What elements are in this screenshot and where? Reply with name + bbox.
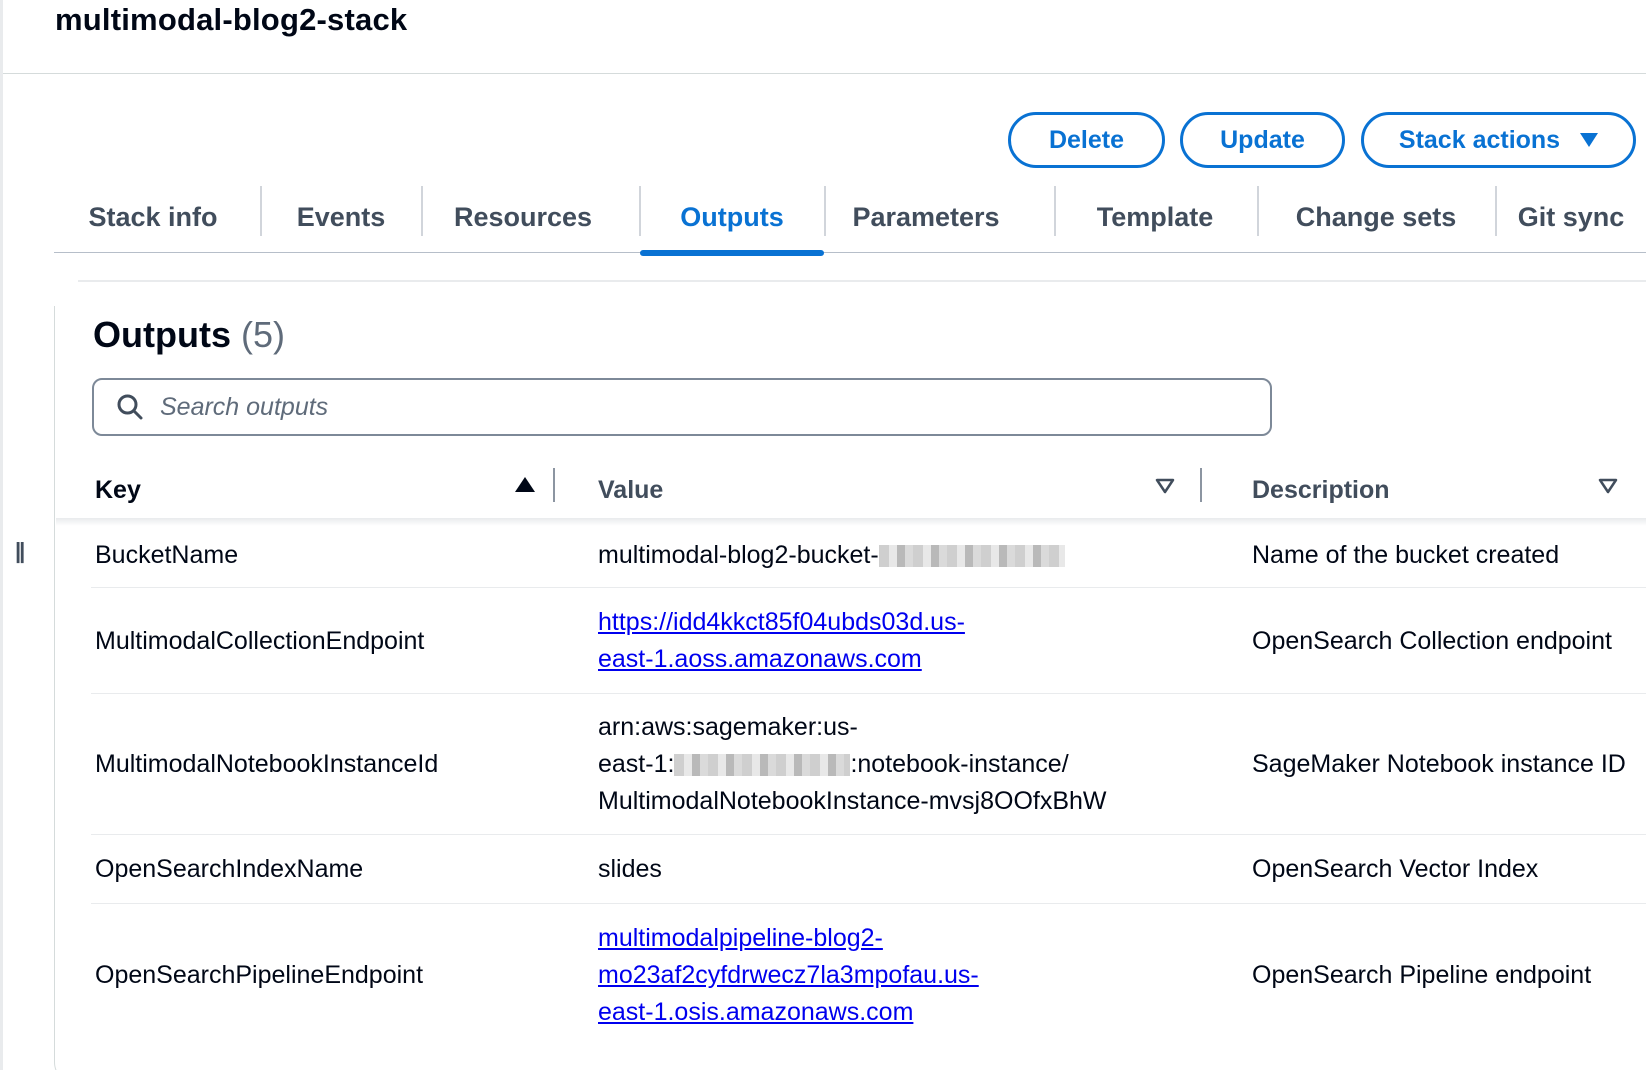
outputs-heading: Outputs (5) bbox=[93, 314, 285, 356]
caret-down-icon bbox=[1580, 133, 1599, 147]
table-row: BucketName multimodal-blog2-bucket- Name… bbox=[91, 524, 1646, 588]
tab-git-sync[interactable]: Git sync bbox=[1496, 182, 1646, 253]
delete-button[interactable]: Delete bbox=[1008, 112, 1165, 168]
output-key: OpenSearchIndexName bbox=[95, 855, 364, 883]
tab-events[interactable]: Events bbox=[262, 182, 420, 253]
output-description: OpenSearch Collection endpoint bbox=[1252, 626, 1612, 655]
stack-actions-label: Stack actions bbox=[1398, 125, 1561, 154]
header-actions: Delete Update Stack actions bbox=[0, 112, 1646, 168]
tab-template[interactable]: Template bbox=[1056, 182, 1254, 253]
column-header-key[interactable]: Key bbox=[95, 470, 141, 510]
column-resizer[interactable] bbox=[1200, 468, 1202, 502]
value-line: MultimodalNotebookInstance-mvsj8OOfxBhW bbox=[598, 787, 1107, 815]
search-icon bbox=[117, 394, 143, 420]
sort-descending-icon[interactable] bbox=[1598, 478, 1618, 495]
link-line: east-1.aoss.amazonaws.com bbox=[598, 645, 922, 673]
column-header-description[interactable]: Description bbox=[1252, 470, 1390, 510]
sort-descending-icon[interactable] bbox=[1155, 478, 1175, 495]
output-key: BucketName bbox=[95, 541, 239, 569]
search-box bbox=[92, 378, 1272, 436]
tab-stack-info[interactable]: Stack info bbox=[54, 182, 252, 253]
redacted-value bbox=[878, 544, 1065, 567]
content-top-divider bbox=[78, 280, 1646, 282]
tab-list: Stack info Events Resources Outputs Para… bbox=[54, 182, 1646, 256]
page-title: multimodal-blog2-stack bbox=[55, 2, 408, 37]
output-description: OpenSearch Vector Index bbox=[1252, 855, 1539, 883]
search-input[interactable] bbox=[160, 388, 1250, 426]
table-row: MultimodalNotebookInstanceId arn:aws:sag… bbox=[91, 695, 1646, 835]
table-row: OpenSearchPipelineEndpoint multimodalpip… bbox=[91, 905, 1646, 1045]
table-row: MultimodalCollectionEndpoint https://idd… bbox=[91, 589, 1646, 694]
output-value: arn:aws:sagemaker:us-east-1: :notebook-in… bbox=[598, 695, 1158, 834]
output-description: OpenSearch Pipeline endpoint bbox=[1252, 960, 1592, 989]
outputs-count: (5) bbox=[241, 314, 285, 355]
update-button[interactable]: Update bbox=[1180, 112, 1345, 168]
output-key: MultimodalCollectionEndpoint bbox=[95, 626, 425, 655]
tab-separator bbox=[1257, 186, 1259, 236]
outputs-title: Outputs bbox=[93, 314, 231, 355]
output-value-link[interactable]: multimodalpipeline-blog2- mo23af2cyfdrwec… bbox=[598, 920, 979, 1031]
value-line: east-1: bbox=[598, 750, 675, 778]
output-key: MultimodalNotebookInstanceId bbox=[95, 750, 439, 778]
tab-parameters[interactable]: Parameters bbox=[826, 182, 1026, 253]
tab-change-sets[interactable]: Change sets bbox=[1260, 182, 1492, 253]
column-header-value[interactable]: Value bbox=[598, 470, 663, 510]
link-line: mo23af2cyfdrwecz7la3mpofau.us- bbox=[598, 960, 979, 989]
link-line: east-1.osis.amazonaws.com bbox=[598, 997, 914, 1026]
output-value: multimodal-blog2-bucket- bbox=[598, 524, 1158, 587]
link-line: https://idd4kkct85f04ubds03d.us- bbox=[598, 608, 965, 636]
output-value-link[interactable]: https://idd4kkct85f04ubds03d.us-east-1.a… bbox=[598, 604, 965, 678]
output-value: https://idd4kkct85f04ubds03d.us-east-1.a… bbox=[598, 589, 1158, 693]
value-line: :notebook-instance/ bbox=[850, 750, 1069, 778]
output-value: slides bbox=[598, 855, 662, 883]
link-line: multimodalpipeline-blog2- bbox=[598, 923, 883, 952]
output-value: multimodalpipeline-blog2- mo23af2cyfdrwec… bbox=[598, 905, 1158, 1045]
stack-actions-button[interactable]: Stack actions bbox=[1361, 112, 1636, 168]
page-header: multimodal-blog2-stack bbox=[3, 0, 1646, 74]
drag-handle-icon[interactable]: || bbox=[15, 538, 25, 564]
table-row: OpenSearchIndexName slides OpenSearch Ve… bbox=[91, 836, 1646, 904]
output-value-text: arn:aws:sagemaker:us-east-1: :notebook-in… bbox=[598, 709, 1107, 820]
sort-ascending-icon[interactable] bbox=[515, 477, 535, 492]
output-description: SageMaker Notebook instance ID bbox=[1252, 750, 1626, 778]
output-key: OpenSearchPipelineEndpoint bbox=[95, 960, 424, 989]
column-resizer[interactable] bbox=[553, 468, 555, 502]
value-line: arn:aws:sagemaker:us- bbox=[598, 713, 858, 741]
output-value-text: multimodal-blog2-bucket- bbox=[598, 541, 879, 569]
output-description: Name of the bucket created bbox=[1252, 541, 1560, 569]
tab-outputs[interactable]: Outputs bbox=[640, 182, 824, 256]
redacted-value bbox=[674, 754, 851, 777]
tab-resources[interactable]: Resources bbox=[423, 182, 623, 253]
